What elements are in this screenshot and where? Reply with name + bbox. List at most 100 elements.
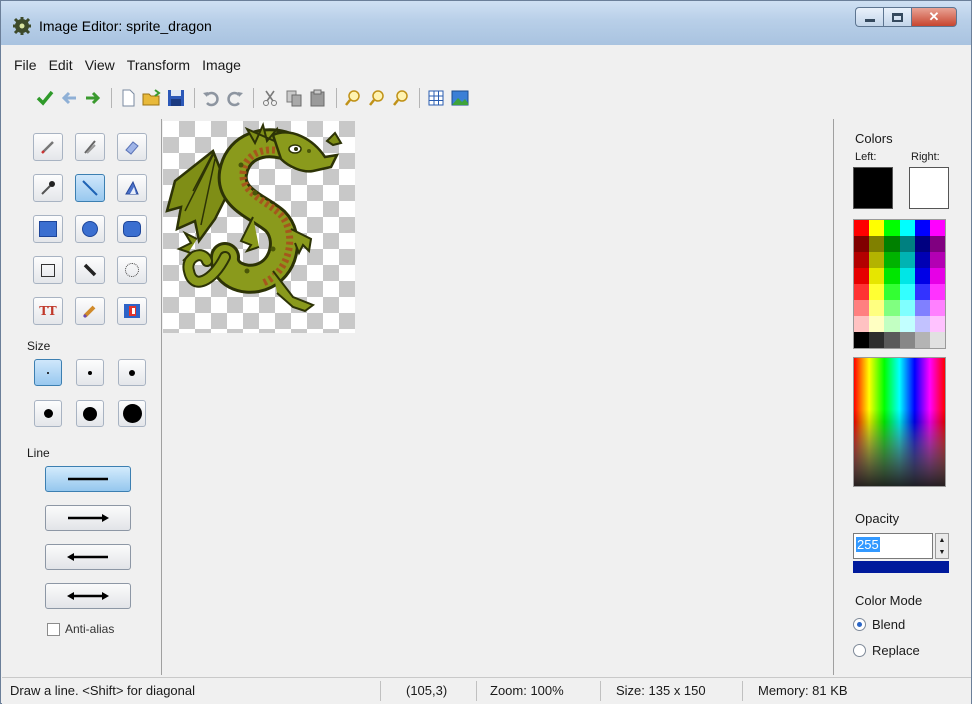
palette-swatch[interactable]	[884, 316, 900, 332]
palette-swatch[interactable]	[914, 316, 930, 332]
sprite-canvas[interactable]	[163, 121, 355, 333]
fill-tool[interactable]	[117, 174, 147, 202]
palette-swatch[interactable]	[899, 252, 915, 268]
palette-swatch[interactable]	[899, 300, 915, 316]
palette-swatch[interactable]	[929, 316, 945, 332]
palette-swatch[interactable]	[899, 332, 915, 348]
spinner-up-icon[interactable]: ▲	[939, 537, 946, 544]
zoom-out-icon[interactable]	[366, 87, 388, 109]
size-option-1[interactable]	[34, 359, 62, 386]
palette-swatch[interactable]	[869, 268, 885, 284]
palette-swatch[interactable]	[884, 220, 900, 236]
open-icon[interactable]	[141, 87, 163, 109]
palette-swatch[interactable]	[854, 252, 870, 268]
color-replace-tool[interactable]	[75, 133, 105, 161]
grid-icon[interactable]	[425, 87, 447, 109]
menu-file[interactable]: File	[8, 57, 43, 73]
minimize-button[interactable]	[855, 7, 883, 27]
save-icon[interactable]	[165, 87, 187, 109]
opacity-slider[interactable]	[853, 561, 949, 573]
color-palette[interactable]	[853, 219, 946, 349]
palette-swatch[interactable]	[914, 284, 930, 300]
palette-swatch[interactable]	[914, 220, 930, 236]
left-color-swatch[interactable]	[853, 167, 893, 209]
palette-swatch[interactable]	[914, 332, 930, 348]
palette-swatch[interactable]	[869, 236, 885, 252]
ellipse-select-tool[interactable]	[117, 256, 147, 284]
title-bar[interactable]: Image Editor: sprite_dragon ✕	[1, 1, 971, 45]
color-picker-tool[interactable]	[33, 174, 63, 202]
close-button[interactable]: ✕	[911, 7, 957, 27]
palette-swatch[interactable]	[899, 316, 915, 332]
opacity-spinner[interactable]: ▲ ▼	[935, 533, 949, 559]
pencil-tool[interactable]	[33, 133, 63, 161]
size-option-5[interactable]	[76, 400, 104, 427]
spinner-down-icon[interactable]: ▼	[939, 549, 946, 556]
palette-swatch[interactable]	[854, 268, 870, 284]
zoom-in-icon[interactable]	[342, 87, 364, 109]
blend-radio[interactable]	[853, 618, 866, 631]
palette-swatch[interactable]	[884, 332, 900, 348]
recolor-tool[interactable]	[117, 297, 147, 325]
palette-swatch[interactable]	[854, 220, 870, 236]
palette-swatch[interactable]	[869, 252, 885, 268]
palette-swatch[interactable]	[854, 284, 870, 300]
palette-swatch[interactable]	[854, 316, 870, 332]
redo-icon[interactable]	[224, 87, 246, 109]
size-option-2[interactable]	[76, 359, 104, 386]
palette-swatch[interactable]	[854, 236, 870, 252]
palette-swatch[interactable]	[869, 284, 885, 300]
palette-swatch[interactable]	[929, 300, 945, 316]
brush-tool[interactable]	[75, 256, 105, 284]
zoom-fit-icon[interactable]	[390, 87, 412, 109]
palette-swatch[interactable]	[884, 252, 900, 268]
line-style-arrow-end[interactable]	[45, 505, 131, 531]
palette-swatch[interactable]	[869, 316, 885, 332]
image-icon[interactable]	[449, 87, 471, 109]
blend-option[interactable]: Blend	[853, 617, 905, 632]
palette-swatch[interactable]	[899, 236, 915, 252]
palette-swatch[interactable]	[929, 220, 945, 236]
palette-swatch[interactable]	[854, 332, 870, 348]
size-option-6[interactable]	[118, 400, 146, 427]
palette-swatch[interactable]	[869, 300, 885, 316]
size-option-4[interactable]	[34, 400, 62, 427]
replace-radio[interactable]	[853, 644, 866, 657]
eraser-tool[interactable]	[117, 133, 147, 161]
line-style-arrow-start[interactable]	[45, 544, 131, 570]
palette-swatch[interactable]	[884, 268, 900, 284]
palette-swatch[interactable]	[914, 252, 930, 268]
menu-image[interactable]: Image	[196, 57, 247, 73]
palette-swatch[interactable]	[929, 252, 945, 268]
maximize-button[interactable]	[883, 7, 911, 27]
menu-edit[interactable]: Edit	[43, 57, 79, 73]
rounded-rectangle-tool[interactable]	[117, 215, 147, 243]
back-icon[interactable]	[58, 87, 80, 109]
airbrush-tool[interactable]	[75, 297, 105, 325]
palette-swatch[interactable]	[899, 220, 915, 236]
rectangle-tool[interactable]	[33, 215, 63, 243]
opacity-field[interactable]: 255	[853, 533, 933, 559]
palette-swatch[interactable]	[869, 332, 885, 348]
palette-swatch[interactable]	[929, 268, 945, 284]
paste-icon[interactable]	[307, 87, 329, 109]
ellipse-tool[interactable]	[75, 215, 105, 243]
menu-view[interactable]: View	[79, 57, 121, 73]
palette-swatch[interactable]	[854, 300, 870, 316]
menu-transform[interactable]: Transform	[121, 57, 196, 73]
color-spectrum[interactable]	[853, 357, 946, 487]
palette-swatch[interactable]	[929, 332, 945, 348]
text-tool[interactable]: TT	[33, 297, 63, 325]
palette-swatch[interactable]	[914, 300, 930, 316]
forward-icon[interactable]	[82, 87, 104, 109]
palette-swatch[interactable]	[884, 236, 900, 252]
palette-swatch[interactable]	[914, 268, 930, 284]
canvas-area[interactable]	[163, 121, 831, 673]
ok-icon[interactable]	[34, 87, 56, 109]
palette-swatch[interactable]	[899, 284, 915, 300]
new-icon[interactable]	[117, 87, 139, 109]
line-style-arrow-both[interactable]	[45, 583, 131, 609]
replace-option[interactable]: Replace	[853, 643, 920, 658]
palette-swatch[interactable]	[929, 236, 945, 252]
palette-swatch[interactable]	[899, 268, 915, 284]
